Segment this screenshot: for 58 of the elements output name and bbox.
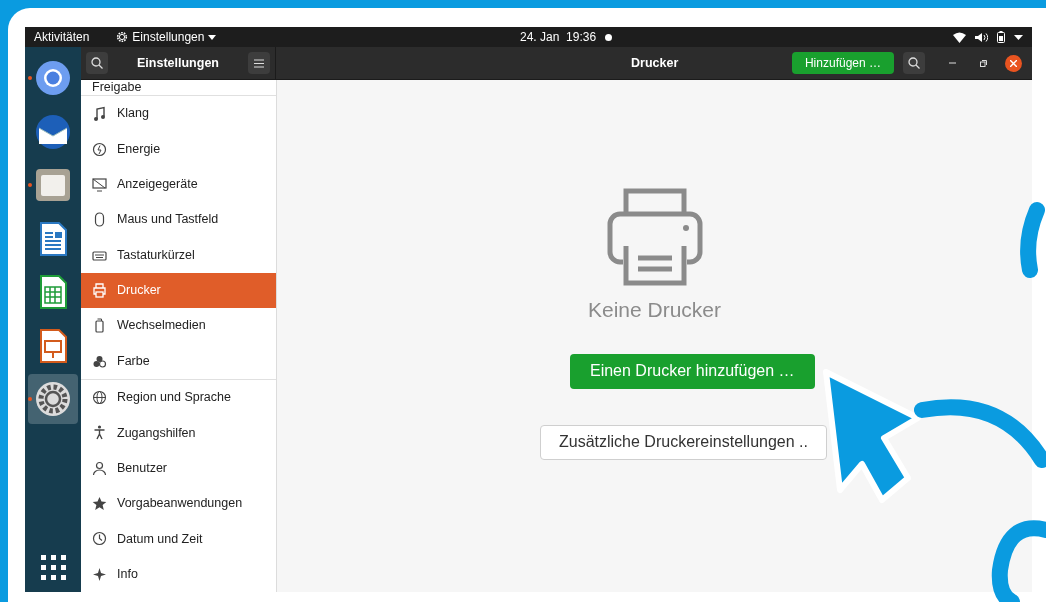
item-icon <box>92 176 107 192</box>
item-icon <box>92 141 107 157</box>
additional-settings-button[interactable]: Zusätzliche Druckereinstellungen .. <box>540 424 827 460</box>
sidebar-item[interactable]: Tastaturkürzel <box>81 237 276 273</box>
item-icon <box>92 318 107 334</box>
settings-launcher[interactable] <box>28 374 78 424</box>
menu-icon <box>254 58 264 68</box>
sidebar-item[interactable]: Maus und Tastfeld <box>81 202 276 238</box>
item-icon <box>92 496 107 512</box>
page-title: Drucker <box>631 54 679 72</box>
close-icon <box>1010 59 1017 67</box>
item-icon <box>92 353 107 369</box>
restore-icon <box>979 59 987 67</box>
sidebar-item[interactable]: Energie <box>81 131 276 167</box>
wifi-icon[interactable] <box>953 31 966 43</box>
sidebar-item[interactable]: Info <box>81 556 276 593</box>
minimize-icon <box>948 62 956 64</box>
item-icon <box>92 106 107 122</box>
caret-icon[interactable] <box>1014 34 1023 40</box>
item-icon <box>92 531 107 547</box>
files-icon <box>35 167 71 203</box>
mail-icon <box>35 113 71 150</box>
caret-icon <box>208 34 217 40</box>
sidebar-item[interactable]: Freigabe <box>81 80 276 95</box>
sidebar-title: Einstellungen <box>137 54 219 72</box>
activities-button[interactable]: Aktivitäten <box>34 28 90 46</box>
clock[interactable]: 24. Jan 19:36 <box>520 28 597 46</box>
item-icon <box>92 212 107 228</box>
sidebar-item[interactable]: Region und Sprache <box>81 379 276 416</box>
volume-icon[interactable] <box>975 31 988 43</box>
item-icon <box>92 282 107 298</box>
search-icon <box>908 57 920 69</box>
sidebar-item[interactable]: Farbe <box>81 343 276 379</box>
gear-icon <box>116 31 129 43</box>
item-icon <box>92 566 107 582</box>
item-icon <box>92 460 107 476</box>
sidebar-item[interactable]: Vorgabeanwendungen <box>81 485 276 522</box>
sidebar-item[interactable]: Klang <box>81 96 276 132</box>
settings-icon <box>35 381 71 417</box>
printer-icon <box>605 188 704 286</box>
sidebar-item[interactable]: Zugangshilfen <box>81 415 276 451</box>
app-menu[interactable]: Einstellungen <box>116 28 217 46</box>
close-button[interactable] <box>1005 54 1022 72</box>
item-icon <box>92 425 107 441</box>
battery-icon[interactable] <box>997 31 1005 43</box>
app-grid-icon[interactable] <box>41 555 66 580</box>
empty-state-title: Keine Drucker <box>587 297 722 323</box>
sidebar-item[interactable]: Datum und Zeit <box>81 521 276 557</box>
menu-button[interactable] <box>248 52 270 74</box>
search-button[interactable] <box>86 52 108 74</box>
item-icon <box>92 390 107 406</box>
sidebar-item[interactable]: Drucker <box>81 272 276 309</box>
sidebar-item[interactable]: Wechselmedien <box>81 308 276 344</box>
search-button[interactable] <box>903 52 925 74</box>
sidebar-item[interactable]: Anzeigegeräte <box>81 166 276 203</box>
sidebar-item[interactable]: Benutzer <box>81 450 276 486</box>
search-icon <box>91 57 103 69</box>
browser-icon <box>35 60 71 96</box>
